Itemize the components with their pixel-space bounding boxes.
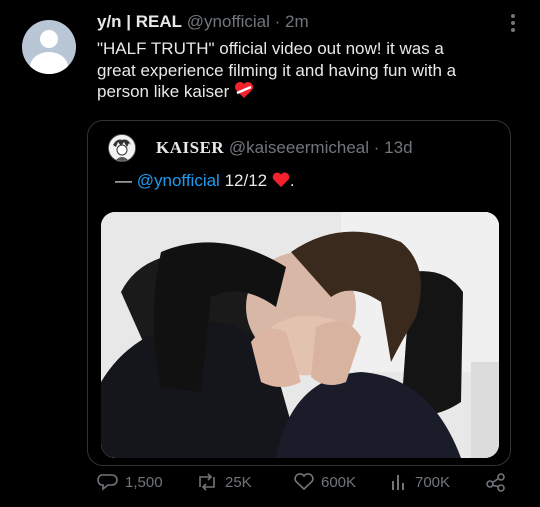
- quoted-timestamp[interactable]: 13d: [384, 138, 412, 157]
- quoted-handle[interactable]: @kaiseeermicheal: [229, 138, 369, 157]
- share-icon[interactable]: [485, 472, 507, 496]
- quoted-display-name[interactable]: KAISER: [156, 138, 224, 157]
- like-button[interactable]: 600K: [293, 470, 356, 494]
- retweet-count: 25K: [225, 473, 252, 491]
- quoted-text-body: 12/12: [224, 171, 268, 190]
- tweet-text: "HALF TRUTH" official video out now! it …: [97, 38, 517, 105]
- quoted-header: KAISER @kaiseeermicheal · 13d: [156, 138, 413, 158]
- avatar-head: [40, 30, 58, 48]
- mention-link[interactable]: @ynofficial: [137, 171, 220, 190]
- like-count: 600K: [321, 473, 357, 491]
- retweet-button[interactable]: 25K: [195, 470, 252, 494]
- quoted-text: — @ynofficial 12/12 .: [115, 171, 295, 193]
- photo-illustration: [101, 212, 499, 458]
- timestamp[interactable]: 2m: [285, 12, 309, 31]
- more-options-icon[interactable]: [510, 14, 516, 34]
- retweet-icon: [199, 473, 215, 491]
- dash: —: [115, 171, 132, 190]
- separator: ·: [373, 138, 380, 157]
- media-photo[interactable]: [101, 212, 499, 458]
- quoted-avatar[interactable]: [108, 134, 136, 162]
- tweet-text-line: person like kaiser: [97, 82, 230, 101]
- avatar-shoulders: [30, 52, 68, 74]
- tweet-header: y/n | REAL @ynofficial · 2m: [97, 12, 309, 32]
- reply-button[interactable]: 1,500: [97, 470, 163, 494]
- views-icon: [392, 475, 404, 490]
- reply-count: 1,500: [125, 473, 163, 491]
- avatar[interactable]: [22, 20, 76, 74]
- tweet[interactable]: y/n | REAL @ynofficial · 2m "HALF TRUTH"…: [0, 0, 540, 507]
- views-button[interactable]: 700K: [389, 470, 450, 494]
- action-bar: 1,500 25K 600K 700K: [97, 470, 517, 494]
- red-heart-emoji-icon: [272, 172, 290, 193]
- quoted-tweet[interactable]: KAISER @kaiseeermicheal · 13d — @ynoffic…: [87, 120, 511, 466]
- heart-ribbon-emoji-icon: [234, 81, 254, 105]
- handle[interactable]: @ynofficial: [187, 12, 270, 31]
- period: .: [289, 171, 295, 190]
- reply-icon: [97, 474, 118, 491]
- views-count: 700K: [415, 473, 451, 491]
- tweet-text-line: great experience filming it and having f…: [97, 60, 457, 80]
- like-icon: [294, 473, 314, 491]
- tweet-text-line: "HALF TRUTH" official video out now! it …: [97, 39, 444, 58]
- display-name[interactable]: y/n | REAL: [97, 12, 182, 31]
- separator: ·: [274, 12, 281, 31]
